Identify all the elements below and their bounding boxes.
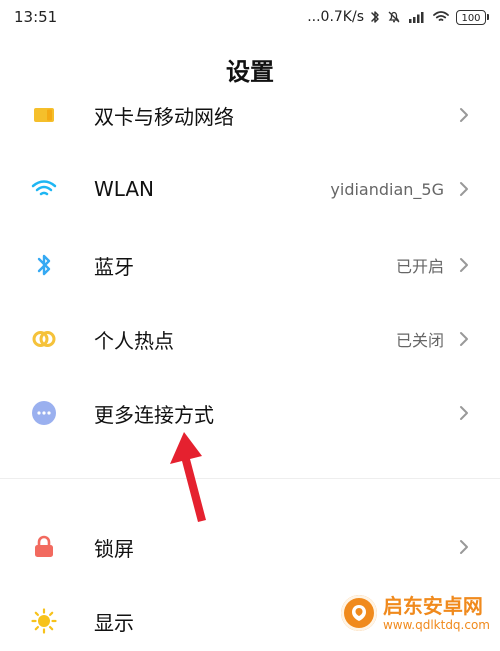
annotation-arrow-icon — [170, 432, 206, 522]
watermark-sub: www.qdlktdq.com — [382, 617, 490, 632]
settings-list: 双卡与移动网络 WLAN yidiandian_5G 蓝牙 已开启 个人热点 已… — [0, 0, 500, 649]
settings-item-value: 已开启 — [395, 257, 444, 276]
settings-item-label: 显示 — [94, 610, 134, 635]
settings-item-label: WLAN — [94, 177, 155, 201]
settings-item-value: 已关闭 — [395, 331, 444, 350]
settings-item-wlan[interactable]: WLAN yidiandian_5G — [0, 159, 500, 219]
chevron-right-icon — [456, 181, 472, 197]
watermark-main: 启东安卓网 — [382, 593, 483, 618]
settings-item-label: 蓝牙 — [94, 254, 134, 279]
chevron-right-icon — [456, 539, 472, 555]
settings-item-label: 锁屏 — [94, 536, 134, 561]
settings-item-label: 双卡与移动网络 — [94, 104, 234, 129]
lock-icon — [30, 533, 58, 561]
chevron-right-icon — [456, 331, 472, 347]
chevron-right-icon — [456, 107, 472, 123]
settings-item-more-connections[interactable]: 更多连接方式 — [0, 383, 500, 443]
settings-item-lock-screen[interactable]: 锁屏 — [0, 517, 500, 577]
sim-card-icon — [30, 101, 58, 129]
watermark: 启东安卓网 www.qdlktdq.com — [340, 595, 490, 631]
wifi-icon — [30, 175, 58, 203]
bluetooth-icon — [30, 251, 58, 279]
watermark-logo-icon — [340, 595, 377, 631]
display-brightness-icon — [30, 607, 58, 635]
more-connections-icon — [30, 399, 58, 427]
settings-item-label: 更多连接方式 — [94, 402, 214, 427]
settings-item-label: 个人热点 — [94, 328, 174, 353]
settings-item-bluetooth[interactable]: 蓝牙 已开启 — [0, 235, 500, 295]
watermark-text: 启东安卓网 www.qdlktdq.com — [383, 596, 490, 631]
settings-item-dual-sim[interactable]: 双卡与移动网络 — [0, 85, 500, 145]
hotspot-icon — [30, 325, 58, 353]
settings-item-hotspot[interactable]: 个人热点 已关闭 — [0, 309, 500, 369]
chevron-right-icon — [456, 405, 472, 421]
section-divider — [0, 478, 500, 479]
settings-item-value: yidiandian_5G — [330, 179, 444, 199]
chevron-right-icon — [456, 257, 472, 273]
